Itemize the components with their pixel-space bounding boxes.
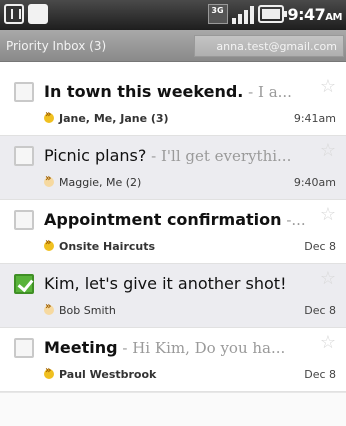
message-line1: Appointment confirmation -... — [44, 210, 310, 229]
message-meta: Jane, Me, Jane (3) 9:41am — [44, 109, 336, 126]
select-checkbox[interactable] — [14, 146, 34, 166]
message-line1: Meeting - Hi Kim, Do you ha... — [44, 338, 310, 357]
thread-count: (3) — [147, 111, 169, 125]
message-snippet: - Hi Kim, Do you ha... — [117, 339, 286, 357]
message-meta: Bob Smith Dec 8 — [44, 301, 336, 318]
message-date: Dec 8 — [304, 367, 336, 381]
list-bottom — [0, 392, 346, 426]
status-clock: 9:47AM — [287, 4, 343, 24]
message-senders: Paul Westbrook — [59, 368, 156, 381]
sd-card-icon — [28, 4, 48, 24]
importance-marker-icon — [44, 173, 54, 187]
battery-icon — [257, 5, 287, 23]
message-subject: Meeting — [44, 338, 118, 357]
star-icon[interactable]: ☆ — [320, 78, 336, 96]
message-line1: Picnic plans? - I'll get everythi... — [44, 146, 310, 165]
message-date: Dec 8 — [304, 303, 336, 317]
senders-text: Bob Smith — [59, 303, 116, 317]
importance-marker-icon — [44, 301, 54, 315]
message-meta: Onsite Haircuts Dec 8 — [44, 237, 336, 254]
senders-bold: Paul Westbrook — [59, 367, 157, 381]
select-checkbox[interactable] — [14, 274, 34, 294]
select-checkbox[interactable] — [14, 210, 34, 230]
message-date: 9:40am — [293, 175, 336, 189]
star-icon[interactable]: ☆ — [320, 206, 336, 224]
message-row[interactable]: In town this weekend. - I a... ☆ Jane, Me,… — [0, 72, 346, 136]
message-line1: Kim, let's give it another shot! — [44, 274, 310, 293]
message-meta: Maggie, Me (2) 9:40am — [44, 173, 336, 190]
message-snippet: -... — [281, 211, 306, 229]
account-switcher[interactable]: anna.test@gmail.com — [194, 35, 344, 57]
senders-text: Jane, Me, — [59, 111, 121, 125]
star-icon[interactable]: ☆ — [320, 142, 336, 160]
message-list: In town this weekend. - I a... ☆ Jane, Me,… — [0, 72, 346, 392]
network-type-icon: 3G — [207, 4, 228, 24]
inbox-title: Priority Inbox (3) — [6, 39, 107, 53]
message-row[interactable]: Picnic plans? - I'll get everythi... ☆ Mag… — [0, 136, 346, 200]
message-senders: Jane, Me, Jane (3) — [59, 112, 169, 125]
status-bar: 3G 9:47AM — [0, 0, 346, 30]
star-icon[interactable]: ☆ — [320, 270, 336, 288]
message-subject: Kim, let's give it another shot! — [44, 274, 287, 293]
senders-bold: Jane — [120, 111, 148, 125]
importance-marker-icon — [44, 365, 54, 379]
message-row[interactable]: Appointment confirmation -... ☆ Onsite Hai… — [0, 200, 346, 264]
star-icon[interactable]: ☆ — [320, 334, 336, 352]
signal-strength-icon — [231, 4, 254, 24]
message-subject: In town this weekend. — [44, 82, 244, 101]
message-senders: Onsite Haircuts — [59, 240, 155, 253]
select-checkbox[interactable] — [14, 82, 34, 102]
importance-marker-icon — [44, 237, 54, 251]
select-checkbox[interactable] — [14, 338, 34, 358]
message-row[interactable]: Meeting - Hi Kim, Do you ha... ☆ Paul West… — [0, 328, 346, 392]
message-snippet: - I a... — [243, 83, 292, 101]
message-date: 9:41am — [293, 111, 336, 125]
message-senders: Maggie, Me (2) — [59, 176, 141, 189]
message-senders: Bob Smith — [59, 304, 116, 317]
importance-marker-icon — [44, 109, 54, 123]
message-meta: Paul Westbrook Dec 8 — [44, 365, 336, 382]
message-subject: Appointment confirmation — [44, 210, 282, 229]
message-date: Dec 8 — [304, 239, 336, 253]
message-row[interactable]: Kim, let's give it another shot! ☆ Bob Smi… — [0, 264, 346, 328]
message-line1: In town this weekend. - I a... — [44, 82, 310, 101]
message-subject: Picnic plans? — [44, 146, 147, 165]
senders-bold: Onsite Haircuts — [59, 239, 156, 253]
inbox-header: Priority Inbox (3) anna.test@gmail.com — [0, 30, 346, 62]
usb-icon — [4, 4, 24, 24]
message-snippet: - I'll get everythi... — [146, 147, 292, 165]
senders-text: Maggie, Me (2) — [59, 175, 142, 189]
